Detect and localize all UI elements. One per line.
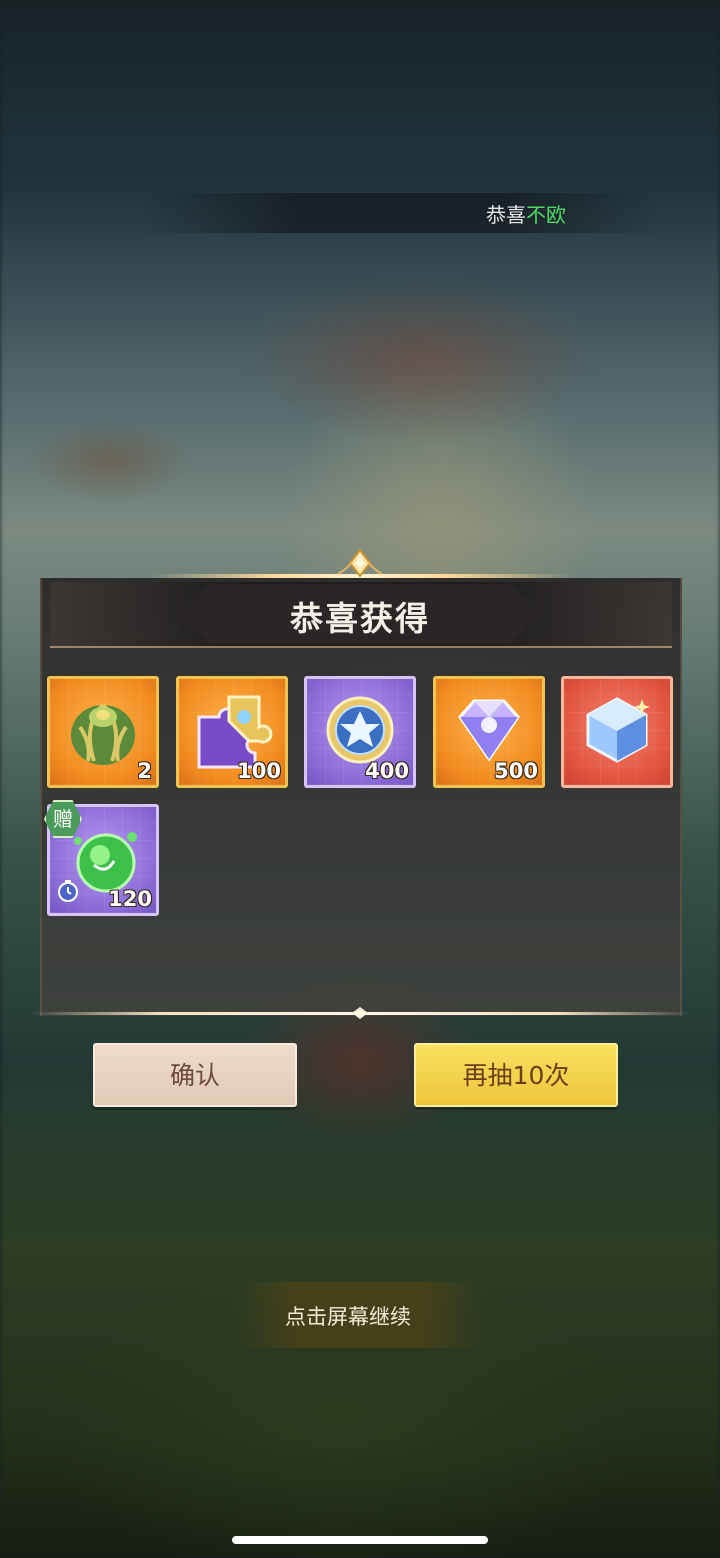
notification-prefix: 恭喜 — [486, 203, 526, 227]
crest-ornament-icon — [337, 548, 383, 578]
reward-item[interactable] — [561, 676, 673, 788]
notification-highlight: 不欧 — [526, 203, 566, 227]
item-count: 500 — [494, 759, 538, 783]
panel-title: 恭喜获得 — [290, 599, 430, 638]
item-count: 120 — [108, 887, 152, 911]
confirm-button[interactable]: 确认 — [93, 1043, 297, 1107]
reward-item[interactable]: 2 — [47, 676, 159, 788]
item-count: 400 — [365, 759, 409, 783]
notification-banner — [140, 193, 660, 233]
item-count: 100 — [237, 759, 281, 783]
continue-hint: 点击屏幕继续 — [285, 1305, 411, 1329]
crystal-cube-icon — [586, 697, 650, 763]
reward-item[interactable]: 100 — [176, 676, 288, 788]
leaf-bundle-icon — [71, 703, 135, 765]
reward-item[interactable]: 400 — [304, 676, 416, 788]
item-count: 2 — [137, 759, 152, 783]
draw-again-button[interactable]: 再抽10次 — [414, 1043, 618, 1107]
reward-item[interactable]: 500 — [433, 676, 545, 788]
notification-message: 恭喜不欧 — [486, 199, 566, 228]
home-indicator[interactable] — [232, 1536, 488, 1544]
timer-icon — [58, 880, 78, 902]
